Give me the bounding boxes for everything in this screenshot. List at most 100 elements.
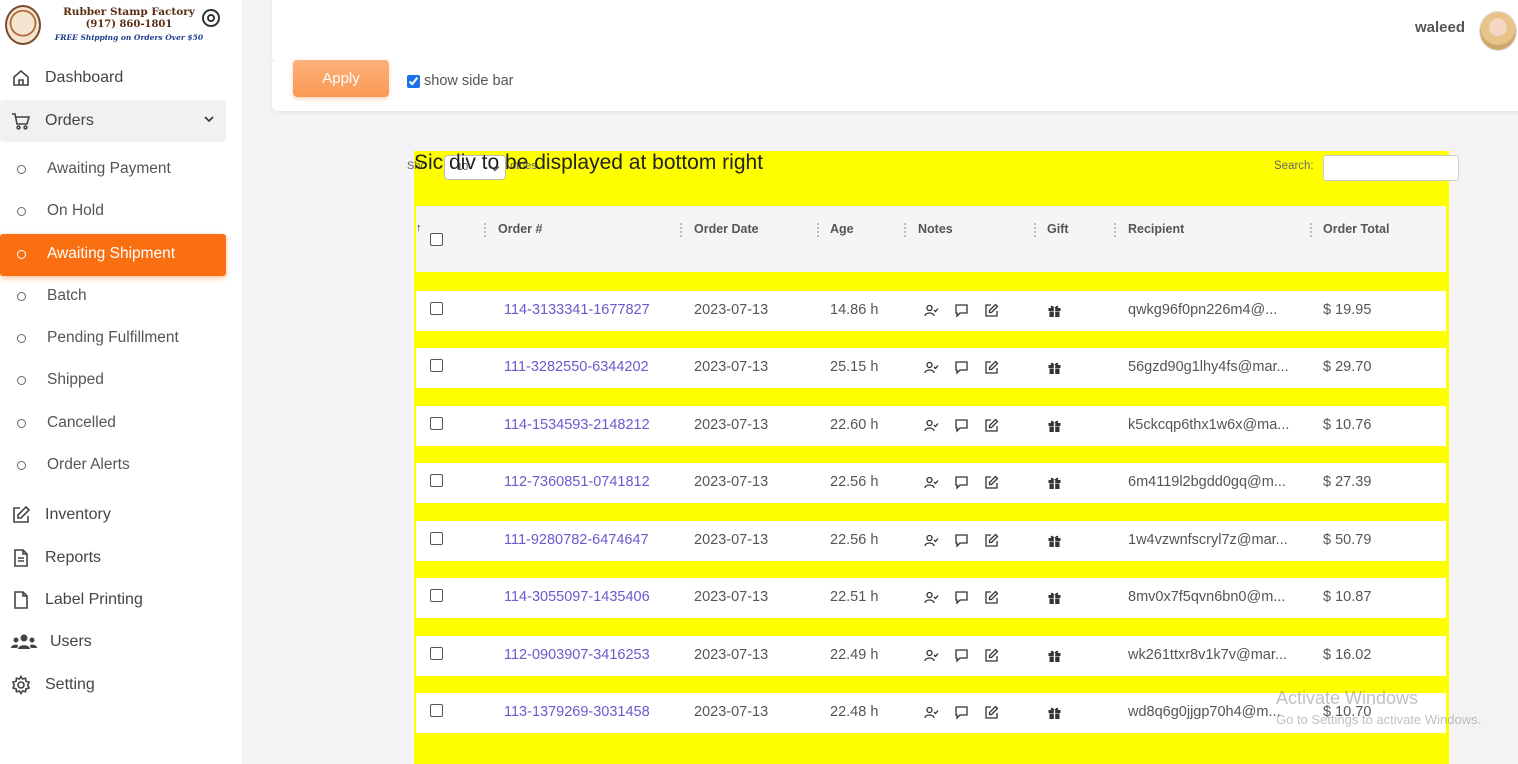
nav-inventory[interactable]: Inventory <box>0 495 226 535</box>
col-order-date[interactable]: Order Date <box>694 222 759 236</box>
nav-sub-shipped[interactable]: Shipped <box>0 360 226 402</box>
col-gift[interactable]: Gift <box>1047 222 1069 236</box>
order-number-link[interactable]: 112-7360851-0741812 <box>504 474 650 490</box>
table-row[interactable]: 114-3133341-1677827 2023-07-13 14.86 h qwkg… <box>416 291 1446 331</box>
edit-note-icon[interactable] <box>984 418 999 433</box>
assign-user-icon[interactable] <box>924 360 939 375</box>
nav-sub-order-alerts[interactable]: Order Alerts <box>0 445 226 487</box>
edit-note-icon[interactable] <box>984 533 999 548</box>
order-number-link[interactable]: 114-1534593-2148212 <box>504 417 650 433</box>
table-row[interactable]: 111-3282550-6344202 2023-07-13 25.15 h 56gz… <box>416 348 1446 388</box>
col-notes[interactable]: Notes <box>918 222 953 236</box>
assign-user-icon[interactable] <box>924 303 939 318</box>
assign-user-icon[interactable] <box>924 475 939 490</box>
gift-icon[interactable] <box>1047 418 1062 433</box>
nav-sub-cancelled[interactable]: Cancelled <box>0 403 226 445</box>
assign-user-icon[interactable] <box>924 533 939 548</box>
row-checkbox[interactable] <box>430 532 443 545</box>
nav-dashboard[interactable]: Dashboard <box>0 58 226 98</box>
table-row[interactable]: 112-7360851-0741812 2023-07-13 22.56 h 6m41… <box>416 463 1446 503</box>
message-icon[interactable] <box>954 418 969 433</box>
nav-sub-label: Cancelled <box>47 414 116 431</box>
edit-note-icon[interactable] <box>984 705 999 720</box>
order-total: $ 27.39 <box>1323 474 1372 490</box>
show-sidebar-checkbox[interactable] <box>407 75 420 88</box>
nav-sub-pending-fulfillment[interactable]: Pending Fulfillment <box>0 318 226 360</box>
nav-setting[interactable]: Setting <box>0 665 226 705</box>
nav-sub-on-hold[interactable]: On Hold <box>0 191 226 233</box>
gift-icon[interactable] <box>1047 590 1062 605</box>
circle-bullet-icon <box>17 376 26 385</box>
nav-users[interactable]: Users <box>0 622 226 662</box>
message-icon[interactable] <box>954 648 969 663</box>
assign-user-icon[interactable] <box>924 590 939 605</box>
row-checkbox[interactable] <box>430 704 443 717</box>
edit-note-icon[interactable] <box>984 590 999 605</box>
file-icon <box>11 590 31 610</box>
column-separator <box>904 223 906 237</box>
gift-icon[interactable] <box>1047 303 1062 318</box>
row-checkbox[interactable] <box>430 474 443 487</box>
nav-sub-awaiting-shipment[interactable]: Awaiting Shipment <box>0 234 226 276</box>
row-checkbox[interactable] <box>430 302 443 315</box>
brand-logo-block[interactable]: Rubber Stamp Factory (917) 860-1801 FREE… <box>5 4 235 46</box>
search-input[interactable] <box>1323 155 1459 181</box>
edit-note-icon[interactable] <box>984 360 999 375</box>
row-checkbox[interactable] <box>430 417 443 430</box>
brand-name: Rubber Stamp Factory <box>63 6 195 18</box>
gift-icon[interactable] <box>1047 648 1062 663</box>
col-order-number[interactable]: Order # <box>498 222 542 236</box>
sort-arrow-icon[interactable]: ↑ <box>416 222 422 234</box>
order-age: 22.48 h <box>830 704 879 720</box>
order-total: $ 50.79 <box>1323 532 1372 548</box>
table-row[interactable]: 114-3055097-1435406 2023-07-13 22.51 h 8mv0… <box>416 578 1446 618</box>
assign-user-icon[interactable] <box>924 648 939 663</box>
table-row[interactable]: 112-0903907-3416253 2023-07-13 22.49 h wk26… <box>416 636 1446 676</box>
message-icon[interactable] <box>954 705 969 720</box>
recipient-email: wd8q6g0jjgp70h4@m... <box>1128 704 1281 720</box>
gift-icon[interactable] <box>1047 533 1062 548</box>
nav-users-label: Users <box>50 633 92 650</box>
message-icon[interactable] <box>954 303 969 318</box>
order-number-link[interactable]: 111-3282550-6344202 <box>504 359 649 375</box>
sidebar-toggle-icon[interactable] <box>202 9 220 27</box>
message-icon[interactable] <box>954 360 969 375</box>
col-age[interactable]: Age <box>830 222 854 236</box>
nav-setting-label: Setting <box>45 676 95 693</box>
message-icon[interactable] <box>954 533 969 548</box>
apply-button[interactable]: Apply <box>293 60 389 97</box>
row-checkbox[interactable] <box>430 647 443 660</box>
nav-reports[interactable]: Reports <box>0 538 226 578</box>
gift-icon[interactable] <box>1047 360 1062 375</box>
message-icon[interactable] <box>954 590 969 605</box>
row-checkbox[interactable] <box>430 589 443 602</box>
edit-note-icon[interactable] <box>984 303 999 318</box>
gift-icon[interactable] <box>1047 705 1062 720</box>
col-order-total[interactable]: Order Total <box>1323 222 1389 236</box>
avatar[interactable] <box>1479 11 1517 51</box>
user-name[interactable]: waleed <box>1415 19 1465 36</box>
edit-note-icon[interactable] <box>984 475 999 490</box>
table-row[interactable]: 114-1534593-2148212 2023-07-13 22.60 h k5ck… <box>416 406 1446 446</box>
gift-icon[interactable] <box>1047 475 1062 490</box>
nav-orders[interactable]: Orders <box>0 100 226 142</box>
column-separator <box>817 223 819 237</box>
nav-label-printing[interactable]: Label Printing <box>0 580 226 620</box>
nav-sub-awaiting-payment[interactable]: Awaiting Payment <box>0 149 226 191</box>
order-number-link[interactable]: 114-3055097-1435406 <box>504 589 650 605</box>
edit-note-icon[interactable] <box>984 648 999 663</box>
order-age: 22.51 h <box>830 589 879 605</box>
row-checkbox[interactable] <box>430 359 443 372</box>
message-icon[interactable] <box>954 475 969 490</box>
order-number-link[interactable]: 112-0903907-3416253 <box>504 647 650 663</box>
order-number-link[interactable]: 114-3133341-1677827 <box>504 302 650 318</box>
assign-user-icon[interactable] <box>924 418 939 433</box>
nav-sub-batch[interactable]: Batch <box>0 276 226 318</box>
assign-user-icon[interactable] <box>924 705 939 720</box>
table-row[interactable]: 111-9280782-6474647 2023-07-13 22.56 h 1w4v… <box>416 521 1446 561</box>
select-all-checkbox[interactable] <box>430 233 443 246</box>
col-recipient[interactable]: Recipient <box>1128 222 1184 236</box>
order-number-link[interactable]: 111-9280782-6474647 <box>504 532 649 548</box>
order-number-link[interactable]: 113-1379269-3031458 <box>504 704 650 720</box>
search-label: Search: <box>1274 160 1314 172</box>
